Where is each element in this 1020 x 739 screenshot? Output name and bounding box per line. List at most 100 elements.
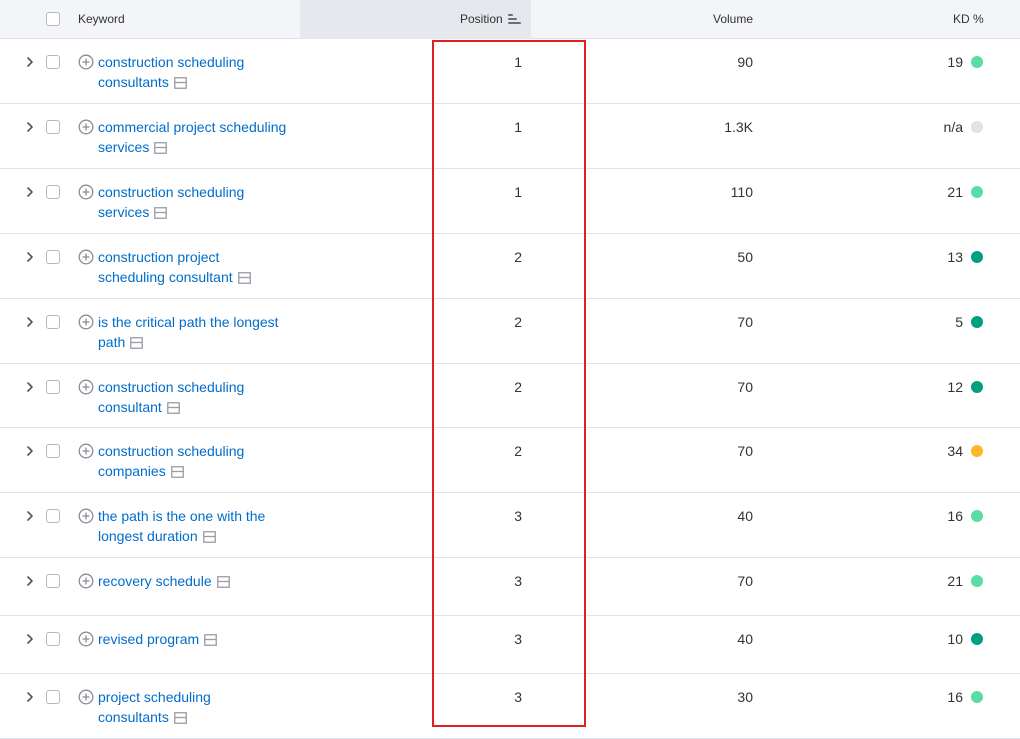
keyword-column-header[interactable]: Keyword <box>78 12 125 26</box>
row-checkbox[interactable] <box>46 690 60 704</box>
position-value: 3 <box>514 631 522 647</box>
row-checkbox[interactable] <box>46 380 60 394</box>
keyword-text-line-1[interactable]: recovery schedule <box>98 573 212 589</box>
keyword-text-line-1[interactable]: revised program <box>98 631 199 647</box>
keyword-link[interactable]: construction project scheduling consultan… <box>98 247 298 287</box>
position-value: 1 <box>514 54 522 70</box>
add-to-list-icon[interactable] <box>78 119 94 135</box>
keyword-text-line-1[interactable]: construction scheduling <box>98 379 244 395</box>
keyword-text-line-1[interactable]: the path is the one with the <box>98 508 265 524</box>
chevron-right-icon[interactable] <box>24 186 36 198</box>
row-checkbox[interactable] <box>46 250 60 264</box>
serp-features-icon[interactable] <box>204 631 218 646</box>
chevron-right-icon[interactable] <box>24 56 36 68</box>
table-row: revised program 3 40 10 <box>0 616 1020 674</box>
keyword-link[interactable]: construction scheduling services <box>98 182 298 222</box>
chevron-right-icon[interactable] <box>24 445 36 457</box>
table-header: Keyword Position Volume KD % <box>0 0 1020 39</box>
keyword-text-line-1[interactable]: construction project <box>98 249 219 265</box>
keyword-text-line-2[interactable]: companies <box>98 463 166 479</box>
keyword-text-line-2[interactable]: consultants <box>98 74 169 90</box>
row-checkbox[interactable] <box>46 444 60 458</box>
kd-value: 19 <box>947 54 963 70</box>
add-to-list-icon[interactable] <box>78 508 94 524</box>
keyword-link[interactable]: construction scheduling consultants <box>98 52 298 92</box>
chevron-right-icon[interactable] <box>24 510 36 522</box>
keyword-text-line-2[interactable]: services <box>98 204 149 220</box>
kd-difficulty-dot <box>971 691 983 703</box>
row-checkbox[interactable] <box>46 509 60 523</box>
serp-features-icon[interactable] <box>173 709 187 724</box>
sort-descending-icon[interactable] <box>508 14 521 24</box>
serp-features-icon[interactable] <box>216 573 230 588</box>
keyword-link[interactable]: construction scheduling consultant <box>98 377 298 417</box>
keyword-text-line-2[interactable]: consultants <box>98 709 169 725</box>
keyword-link[interactable]: project scheduling consultants <box>98 687 298 727</box>
position-column-header[interactable]: Position <box>460 12 503 26</box>
select-all-checkbox[interactable] <box>46 12 60 26</box>
row-checkbox[interactable] <box>46 632 60 646</box>
serp-features-icon[interactable] <box>173 74 187 89</box>
add-to-list-icon[interactable] <box>78 54 94 70</box>
table-row: construction scheduling companies 2 70 34 <box>0 428 1020 493</box>
serp-features-icon[interactable] <box>202 528 216 543</box>
add-to-list-icon[interactable] <box>78 184 94 200</box>
add-to-list-icon[interactable] <box>78 249 94 265</box>
chevron-right-icon[interactable] <box>24 633 36 645</box>
chevron-right-icon[interactable] <box>24 316 36 328</box>
kd-value: 10 <box>947 631 963 647</box>
add-to-list-icon[interactable] <box>78 631 94 647</box>
keyword-link[interactable]: the path is the one with the longest dura… <box>98 506 298 546</box>
keyword-text-line-2[interactable]: services <box>98 139 149 155</box>
table-row: construction scheduling consultant 2 70 12 <box>0 364 1020 428</box>
table-row: commercial project scheduling services 1 1.… <box>0 104 1020 169</box>
table-row: is the critical path the longest path 2 70 5 <box>0 299 1020 364</box>
add-to-list-icon[interactable] <box>78 314 94 330</box>
keyword-link[interactable]: revised program <box>98 629 298 649</box>
serp-features-icon[interactable] <box>154 139 168 154</box>
row-checkbox[interactable] <box>46 185 60 199</box>
volume-column-header[interactable]: Volume <box>713 12 753 26</box>
kd-difficulty-dot <box>971 381 983 393</box>
row-checkbox[interactable] <box>46 315 60 329</box>
add-to-list-icon[interactable] <box>78 573 94 589</box>
keyword-link[interactable]: is the critical path the longest path <box>98 312 298 352</box>
chevron-right-icon[interactable] <box>24 121 36 133</box>
serp-features-icon[interactable] <box>130 334 144 349</box>
serp-features-icon[interactable] <box>166 399 180 414</box>
kd-difficulty-dot <box>971 575 983 587</box>
kd-value: 21 <box>947 573 963 589</box>
add-to-list-icon[interactable] <box>78 443 94 459</box>
serp-features-icon[interactable] <box>154 204 168 219</box>
volume-value: 50 <box>737 249 753 265</box>
keyword-text-line-1[interactable]: construction scheduling <box>98 54 244 70</box>
keyword-text-line-1[interactable]: project scheduling <box>98 689 211 705</box>
volume-value: 40 <box>737 631 753 647</box>
keyword-link[interactable]: construction scheduling companies <box>98 441 298 481</box>
keyword-link[interactable]: recovery schedule <box>98 571 298 591</box>
chevron-right-icon[interactable] <box>24 691 36 703</box>
add-to-list-icon[interactable] <box>78 379 94 395</box>
row-checkbox[interactable] <box>46 120 60 134</box>
keyword-text-line-2[interactable]: scheduling consultant <box>98 269 233 285</box>
row-checkbox[interactable] <box>46 574 60 588</box>
kd-column-header[interactable]: KD % <box>953 12 984 26</box>
keyword-text-line-2[interactable]: path <box>98 334 125 350</box>
kd-value: 5 <box>955 314 963 330</box>
keyword-text-line-1[interactable]: construction scheduling <box>98 184 244 200</box>
serp-features-icon[interactable] <box>237 269 251 284</box>
keyword-text-line-2[interactable]: consultant <box>98 399 162 415</box>
keyword-text-line-1[interactable]: construction scheduling <box>98 443 244 459</box>
keyword-text-line-2[interactable]: longest duration <box>98 528 198 544</box>
serp-features-icon[interactable] <box>170 463 184 478</box>
row-checkbox[interactable] <box>46 55 60 69</box>
chevron-right-icon[interactable] <box>24 251 36 263</box>
keyword-link[interactable]: commercial project scheduling services <box>98 117 298 157</box>
keyword-text-line-1[interactable]: commercial project scheduling <box>98 119 286 135</box>
volume-value: 30 <box>737 689 753 705</box>
add-to-list-icon[interactable] <box>78 689 94 705</box>
keyword-text-line-1[interactable]: is the critical path the longest <box>98 314 279 330</box>
chevron-right-icon[interactable] <box>24 575 36 587</box>
kd-value: 13 <box>947 249 963 265</box>
chevron-right-icon[interactable] <box>24 381 36 393</box>
